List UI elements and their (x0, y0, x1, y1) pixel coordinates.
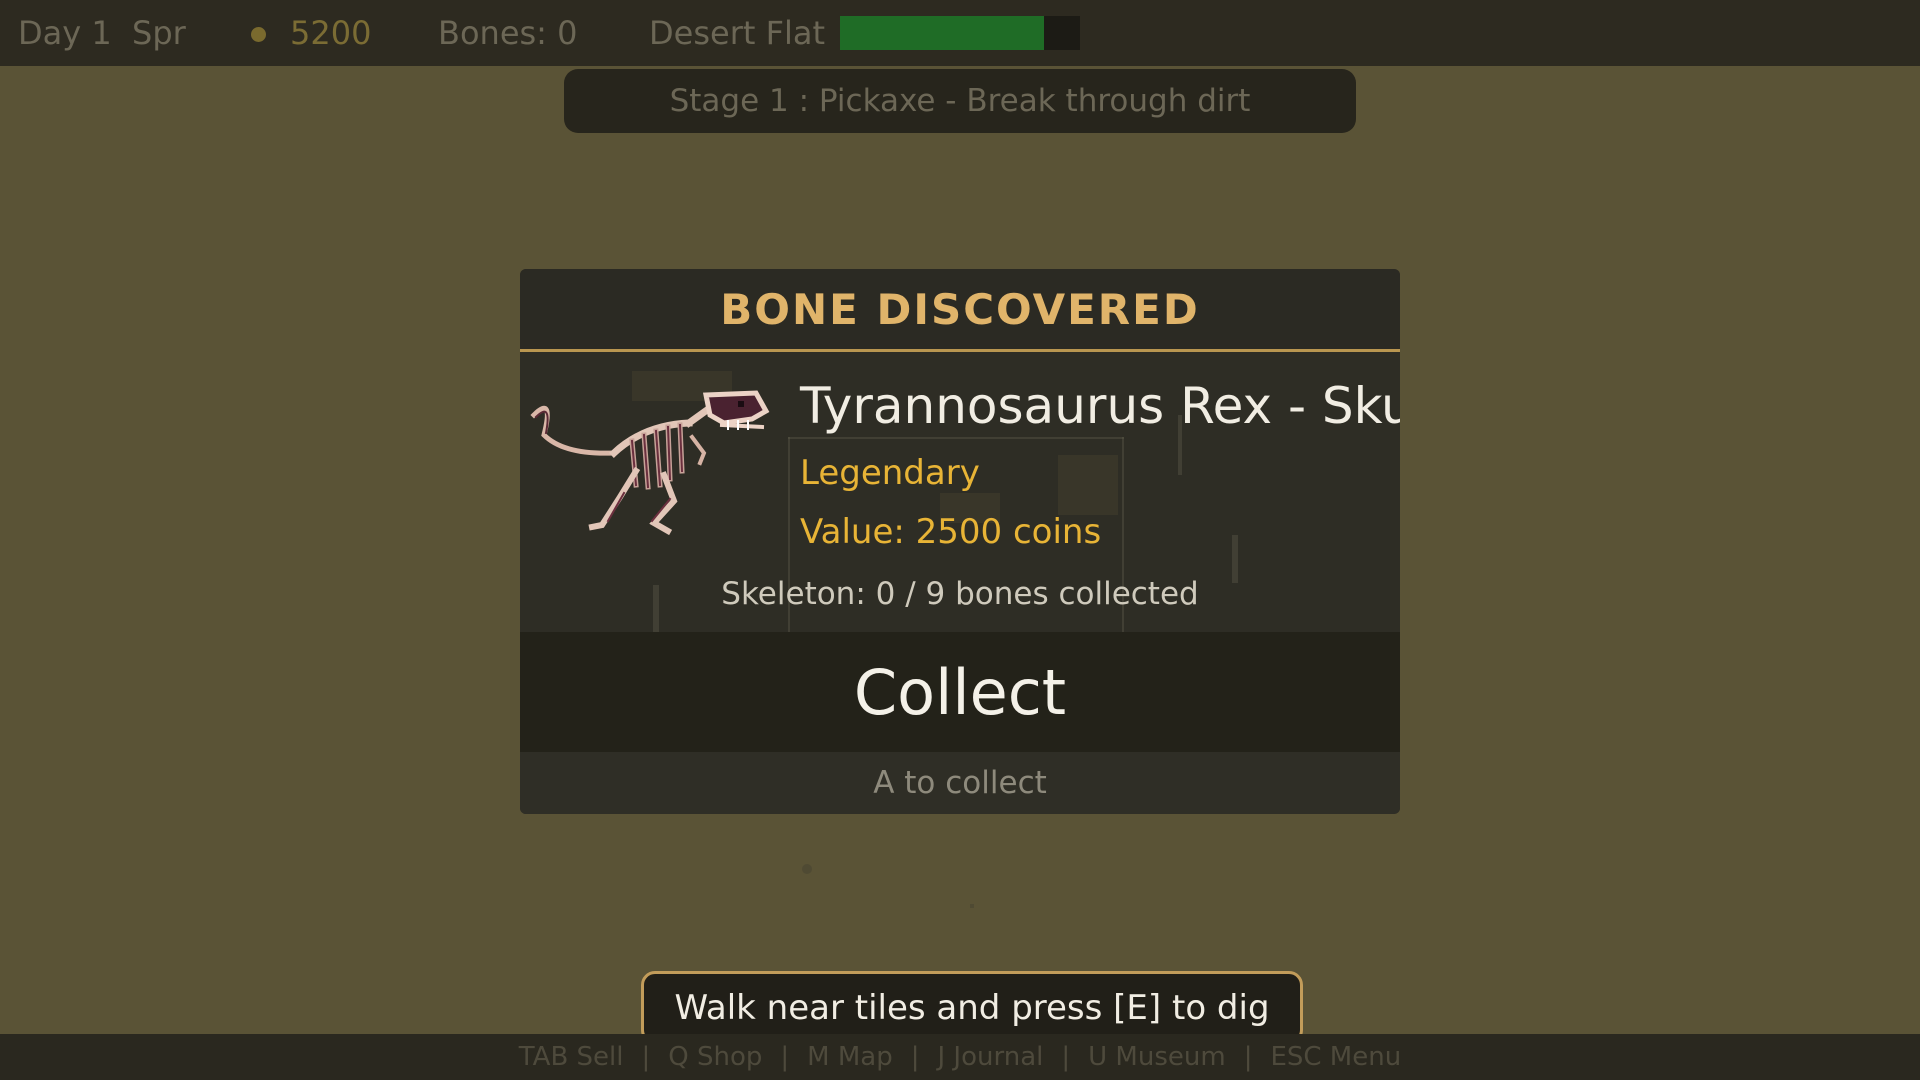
world-tile (970, 904, 974, 908)
hotkey-separator: | (1061, 1042, 1071, 1072)
collect-hint: A to collect (520, 752, 1400, 814)
ghost-frame (788, 437, 790, 643)
bottom-hotkey-bar: TAB Sell | Q Shop | M Map | J Journal | U Museum… (0, 1034, 1920, 1080)
value-label: Value: 2500 coins (800, 512, 1102, 552)
hotkey-item[interactable]: TAB Sell (519, 1042, 624, 1072)
top-hud: Day 1 Spr 5200 Bones: 0 Desert Flat (0, 0, 1920, 66)
bone-name: Tyrannosaurus Rex - Skull (800, 377, 1400, 435)
coin-icon (251, 27, 266, 42)
hotkey-separator: | (641, 1042, 651, 1072)
world-tile (802, 864, 812, 874)
dialog-title: BONE DISCOVERED (720, 284, 1200, 334)
hotkey-item[interactable]: ESC Menu (1270, 1042, 1401, 1072)
bone-discovered-dialog: BONE DISCOVERED Tyrannosaurus Rex - Skul… (520, 269, 1400, 814)
bones-counter: Bones: 0 (438, 14, 578, 52)
dialog-header: BONE DISCOVERED (520, 269, 1400, 352)
skeleton-progress: Skeleton: 0 / 9 bones collected (721, 576, 1199, 612)
ghost-frame (1122, 437, 1124, 643)
hotkey-separator: | (1243, 1042, 1253, 1072)
ghost-frame (788, 437, 1124, 439)
stamina-bar (840, 16, 1080, 50)
collect-button[interactable]: Collect (520, 632, 1400, 752)
coin-counter: 5200 (290, 14, 372, 52)
hotkey-item[interactable]: Q Shop (668, 1042, 762, 1072)
rarity-label: Legendary (800, 453, 980, 493)
hotkey-separator: | (910, 1042, 920, 1072)
stamina-bar-fill (840, 16, 1044, 50)
hotkey-item[interactable]: J Journal (938, 1042, 1044, 1072)
collect-button-label: Collect (853, 655, 1067, 729)
hotkey-item[interactable]: M Map (807, 1042, 893, 1072)
hotkey-separator: | (780, 1042, 790, 1072)
t-rex-skeleton-icon (530, 390, 770, 536)
season-label: Spr (132, 14, 186, 52)
location-label: Desert Flat (649, 14, 826, 52)
day-counter: Day 1 (18, 14, 112, 52)
ghost-block (1058, 455, 1118, 515)
stage-banner: Stage 1 : Pickaxe - Break through dirt (564, 69, 1356, 133)
hotkey-item[interactable]: U Museum (1088, 1042, 1226, 1072)
